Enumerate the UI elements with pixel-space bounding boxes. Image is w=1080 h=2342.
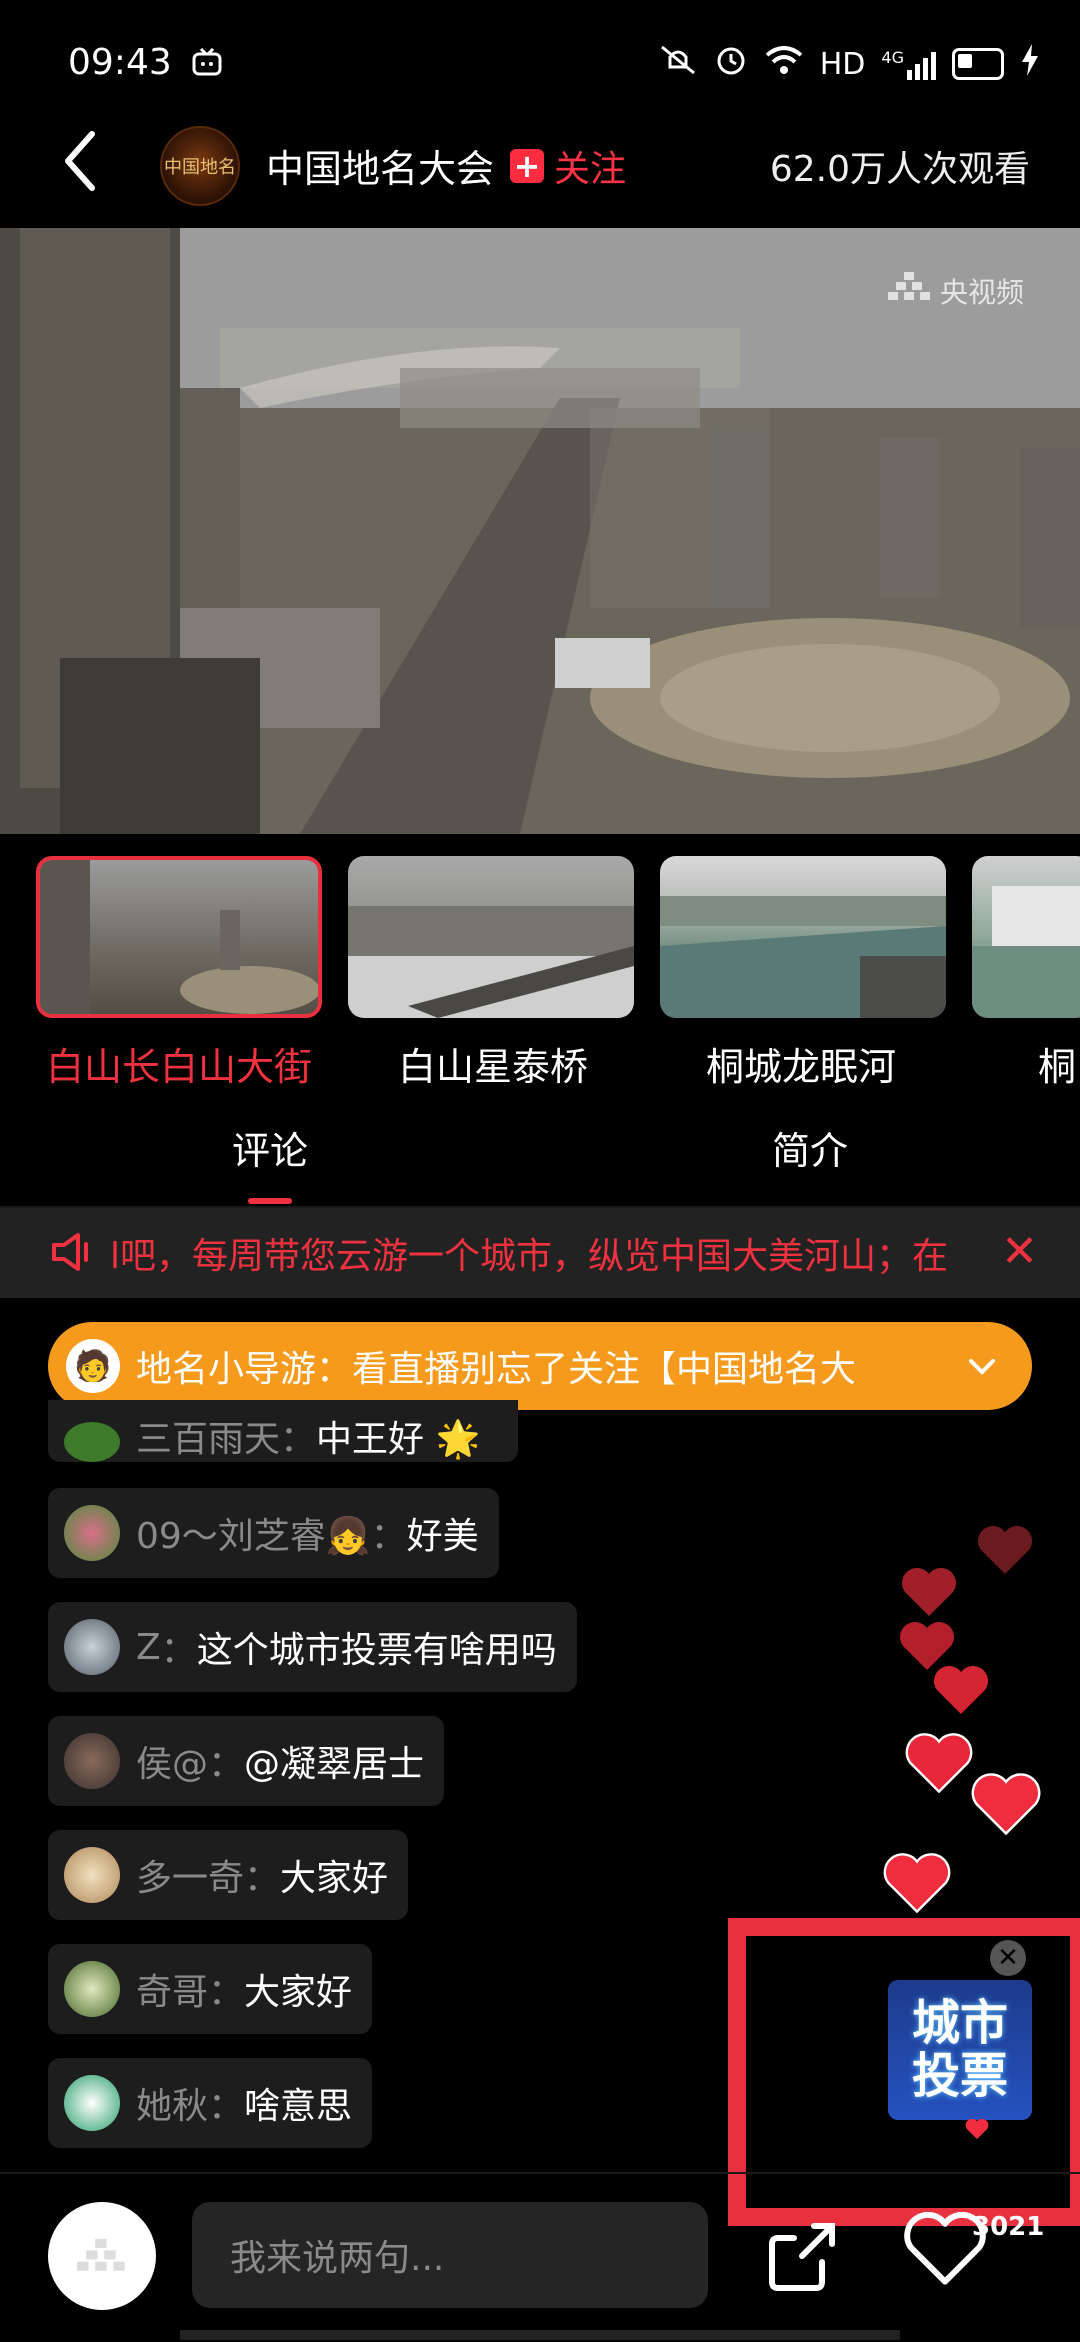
navigation-handle xyxy=(180,2330,900,2340)
heart-icon xyxy=(883,1853,951,1914)
vote-line-1: 城市 xyxy=(911,1995,1008,2052)
comment-item[interactable]: 09～刘芝睿👧 ： 好美 xyxy=(48,1488,499,1578)
announcement-text: l吧，每周带您云游一个城市，纵览中国大美河山；在 xyxy=(110,1236,949,1277)
avatar xyxy=(64,1505,120,1561)
channel-avatar[interactable]: 中国地名 xyxy=(160,126,240,206)
comment-item[interactable]: 三百雨天 ： 中王好 🌟 xyxy=(48,1400,518,1462)
comment-text: 大家好 xyxy=(280,1858,389,1899)
comment-user: Z xyxy=(136,1626,161,1668)
app-logo-icon xyxy=(77,2238,125,2271)
small-heart-icon xyxy=(964,2118,990,2144)
avatar-logo-text: 中国地名 xyxy=(164,157,236,178)
share-icon xyxy=(769,2223,835,2291)
video-frame-scene xyxy=(0,228,1080,834)
active-tab-indicator xyxy=(248,1198,292,1204)
channel-name[interactable]: 中国地名大会 xyxy=(266,138,494,193)
app-logo-button[interactable] xyxy=(48,2202,156,2310)
comment-user: 多一奇 xyxy=(136,1858,245,1899)
video-watermark: 央视频 xyxy=(887,270,1024,311)
heart-icon xyxy=(971,1773,1041,1836)
comment-user: 奇哥 xyxy=(136,1972,209,2013)
thumbnail-scene xyxy=(972,886,1080,1018)
comment-text: 中王好 🌟 xyxy=(316,1419,481,1460)
thumbnail-label[interactable]: 白山长白山大街 xyxy=(46,1036,312,1091)
thumbnail-tongcheng-more[interactable] xyxy=(972,856,1080,1018)
watermark-logo-icon xyxy=(887,270,932,311)
alarm-icon xyxy=(714,43,748,85)
heart-icon xyxy=(905,1733,973,1794)
avatar xyxy=(64,2075,120,2131)
thumbnail-scene xyxy=(40,860,318,1014)
thumbnail-scene xyxy=(348,906,634,1018)
guide-banner[interactable]: 🧑 地名小导游：看直播别忘了关注【中国地名大 xyxy=(48,1322,1032,1410)
thumbnail-scene xyxy=(660,896,946,1018)
comment-text: 大家好 xyxy=(244,1972,353,2013)
guide-text: 地名小导游：看直播别忘了关注【中国地名大 xyxy=(136,1349,857,1390)
viewer-count: 62.0万人次观看 xyxy=(769,149,1030,190)
comment-user: 三百雨天 xyxy=(136,1419,281,1460)
comment-text: 这个城市投票有啥用吗 xyxy=(196,1630,557,1671)
comment-item[interactable]: 侯@ ： @凝翠居士 xyxy=(48,1716,445,1806)
battery-icon xyxy=(952,48,1004,80)
heart-icon xyxy=(902,1568,956,1616)
comment-user: 她秋 xyxy=(136,2086,209,2127)
comment-item[interactable]: 奇哥 ： 大家好 xyxy=(48,1944,373,2034)
status-icons: HD 4G xyxy=(658,44,1040,84)
tv-icon xyxy=(192,47,222,80)
heart-icon xyxy=(978,1526,1032,1574)
signal-icon: 4G xyxy=(881,48,936,80)
comment-user: 09～刘芝睿👧 xyxy=(136,1516,371,1557)
plus-icon: + xyxy=(510,149,544,183)
thumbnail-label[interactable]: 桐城龙眠河 xyxy=(706,1036,896,1091)
comment-text: @凝翠居士 xyxy=(244,1744,425,1785)
comment-item[interactable]: Z ： 这个城市投票有啥用吗 xyxy=(48,1602,577,1692)
comment-text: 好美 xyxy=(406,1516,479,1557)
follow-button[interactable]: + 关注 xyxy=(510,140,626,192)
close-vote-icon[interactable]: ✕ xyxy=(990,1940,1026,1976)
comment-user: 侯@ xyxy=(136,1744,209,1785)
like-count: 3021 xyxy=(972,2212,1045,2242)
wifi-icon xyxy=(764,44,804,84)
avatar xyxy=(64,1847,120,1903)
thumbnail-tongcheng-river[interactable] xyxy=(660,856,946,1018)
watermark-text: 央视频 xyxy=(939,275,1024,309)
avatar xyxy=(64,1961,120,2017)
thumbnail-label[interactable]: 白山星泰桥 xyxy=(398,1036,588,1091)
hd-label: HD xyxy=(819,46,866,82)
comment-item[interactable]: 多一奇 ： 大家好 xyxy=(48,1830,409,1920)
comment-text: 啥意思 xyxy=(244,2086,353,2127)
follow-label: 关注 xyxy=(554,149,627,190)
status-bar: 09:43 HD 4G xyxy=(0,0,1080,120)
status-time: 09:43 xyxy=(68,42,172,83)
tab-intro[interactable]: 简介 xyxy=(772,1120,848,1175)
heart-icon xyxy=(934,1666,988,1714)
guide-avatar: 🧑 xyxy=(66,1339,120,1393)
thumbnail-baishan-bridge[interactable] xyxy=(348,856,634,1018)
avatar xyxy=(64,1733,120,1789)
city-vote-button[interactable]: 城市 投票 xyxy=(888,1980,1032,2120)
camera-thumbnail-list: 白山长白山大街 白山星泰桥 桐城龙眠河 桐 xyxy=(0,856,1080,1096)
thumbnail-baishan-street[interactable] xyxy=(36,856,322,1018)
charging-icon xyxy=(1020,43,1040,85)
thumbnail-label[interactable]: 桐 xyxy=(1038,1036,1076,1091)
chevron-down-icon[interactable] xyxy=(968,1349,996,1384)
close-announcement-icon[interactable]: ✕ xyxy=(1001,1226,1038,1277)
vote-line-2: 投票 xyxy=(911,2048,1008,2104)
back-button[interactable] xyxy=(56,126,106,196)
speaker-icon xyxy=(50,1232,96,1276)
comment-item[interactable]: 她秋 ： 啥意思 xyxy=(48,2058,373,2148)
comment-input[interactable]: 我来说两句... xyxy=(192,2202,708,2308)
share-button[interactable] xyxy=(764,2218,840,2298)
avatar xyxy=(64,1422,120,1462)
avatar xyxy=(64,1619,120,1675)
announcement-bar: l吧，每周带您云游一个城市，纵览中国大美河山；在 xyxy=(0,1208,1080,1298)
live-video-player[interactable] xyxy=(0,228,1080,834)
tab-comments[interactable]: 评论 xyxy=(232,1120,308,1175)
content-tabs: 评论 简介 xyxy=(0,1100,1080,1208)
mute-icon xyxy=(658,43,698,85)
